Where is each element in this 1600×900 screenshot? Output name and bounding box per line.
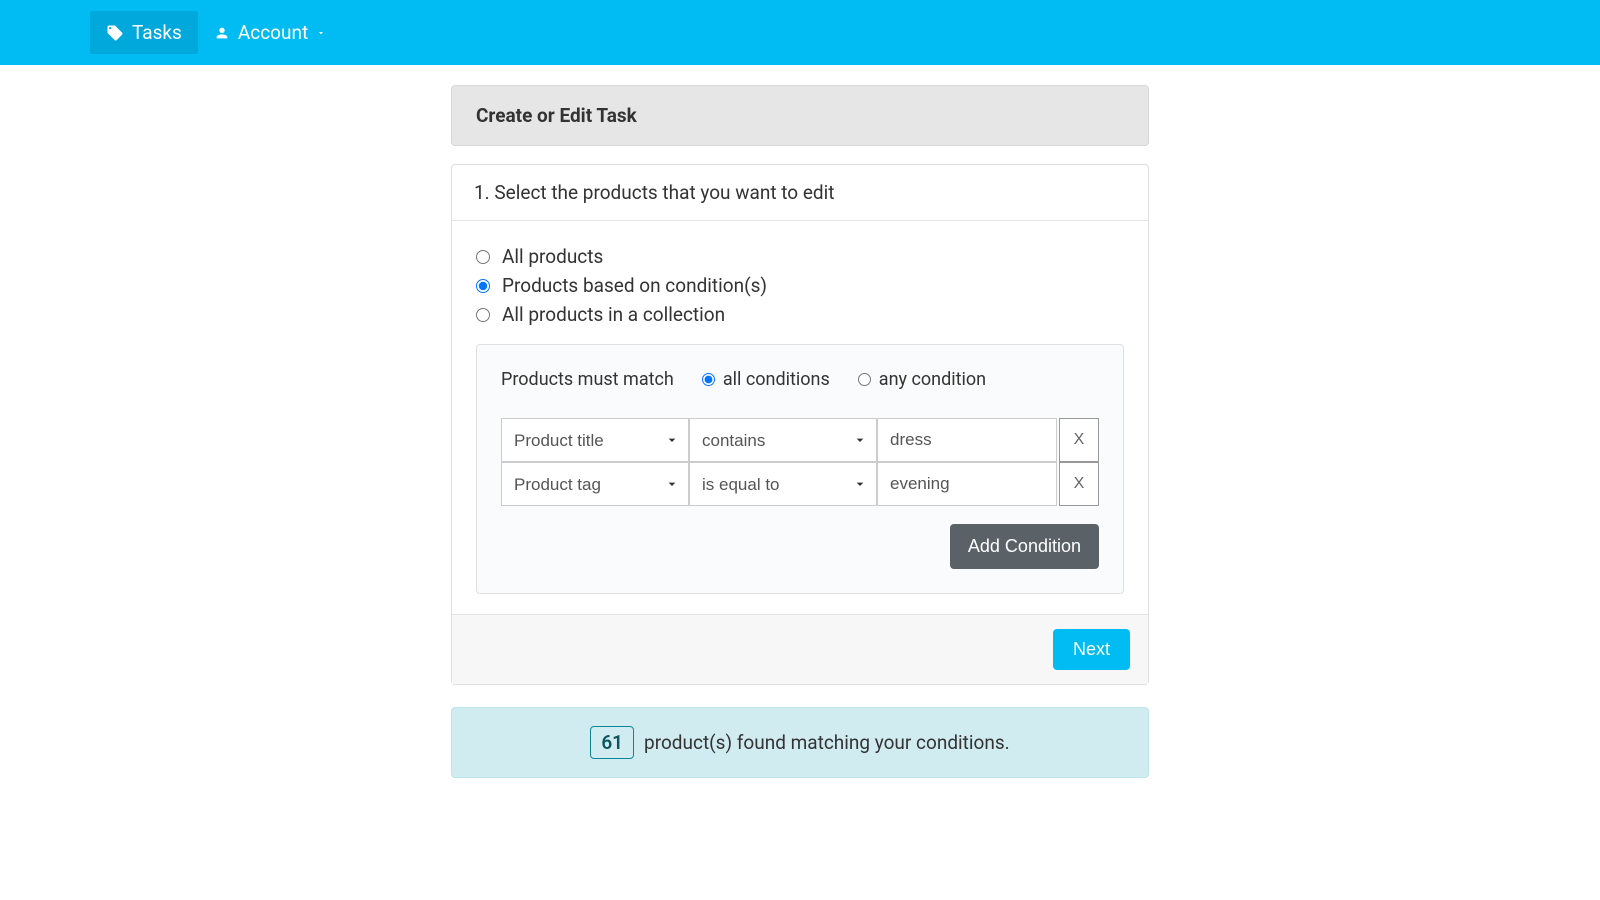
condition-field-select[interactable]: Product title: [501, 418, 689, 462]
radio-collection[interactable]: All products in a collection: [476, 303, 1124, 326]
conditions-table: Product title contains X: [501, 418, 1099, 506]
navbar: Tasks Account: [0, 0, 1600, 65]
add-condition-row: Add Condition: [501, 524, 1099, 569]
caret-down-icon: [316, 28, 326, 38]
results-message: product(s) found matching your condition…: [644, 731, 1010, 754]
radio-by-condition-input[interactable]: [476, 279, 490, 293]
condition-operator-select[interactable]: contains: [689, 418, 877, 462]
condition-value-input[interactable]: [877, 462, 1057, 506]
condition-operator-select[interactable]: is equal to: [689, 462, 877, 506]
step-title: 1. Select the products that you want to …: [452, 165, 1148, 221]
nav-tasks-label: Tasks: [132, 21, 182, 44]
radio-by-condition[interactable]: Products based on condition(s): [476, 274, 1124, 297]
radio-all-products[interactable]: All products: [476, 245, 1124, 268]
condition-row: Product title contains X: [501, 418, 1099, 462]
match-all-label: all conditions: [723, 369, 830, 390]
radio-collection-label: All products in a collection: [502, 303, 725, 326]
next-button[interactable]: Next: [1053, 629, 1130, 670]
match-any-option[interactable]: any condition: [858, 369, 986, 390]
tag-icon: [106, 24, 124, 42]
condition-value-input[interactable]: [877, 418, 1057, 462]
condition-field-select[interactable]: Product tag: [501, 462, 689, 506]
panel-header: Create or Edit Task: [451, 85, 1149, 146]
match-all-radio[interactable]: [702, 373, 715, 386]
nav-account[interactable]: Account: [198, 11, 350, 54]
radio-all-products-input[interactable]: [476, 250, 490, 264]
card-body: All products Products based on condition…: [452, 221, 1148, 594]
condition-row: Product tag is equal to X: [501, 462, 1099, 506]
match-any-label: any condition: [879, 369, 986, 390]
condition-remove-button[interactable]: X: [1059, 418, 1099, 462]
radio-all-products-label: All products: [502, 245, 603, 268]
user-icon: [214, 25, 230, 41]
nav-tasks[interactable]: Tasks: [90, 11, 198, 54]
card-footer: Next: [452, 614, 1148, 684]
match-any-radio[interactable]: [858, 373, 871, 386]
nav-account-label: Account: [238, 21, 308, 44]
match-label: Products must match: [501, 369, 674, 390]
radio-by-condition-label: Products based on condition(s): [502, 274, 767, 297]
results-count: 61: [590, 726, 634, 759]
conditions-box: Products must match all conditions any c…: [476, 344, 1124, 594]
add-condition-button[interactable]: Add Condition: [950, 524, 1099, 569]
step-card: 1. Select the products that you want to …: [451, 164, 1149, 685]
match-row: Products must match all conditions any c…: [501, 369, 1099, 390]
radio-collection-input[interactable]: [476, 308, 490, 322]
results-banner: 61 product(s) found matching your condit…: [451, 707, 1149, 778]
main-container: Create or Edit Task 1. Select the produc…: [451, 85, 1149, 778]
panel-title: Create or Edit Task: [476, 104, 1124, 127]
condition-remove-button[interactable]: X: [1059, 462, 1099, 506]
match-all-option[interactable]: all conditions: [702, 369, 830, 390]
